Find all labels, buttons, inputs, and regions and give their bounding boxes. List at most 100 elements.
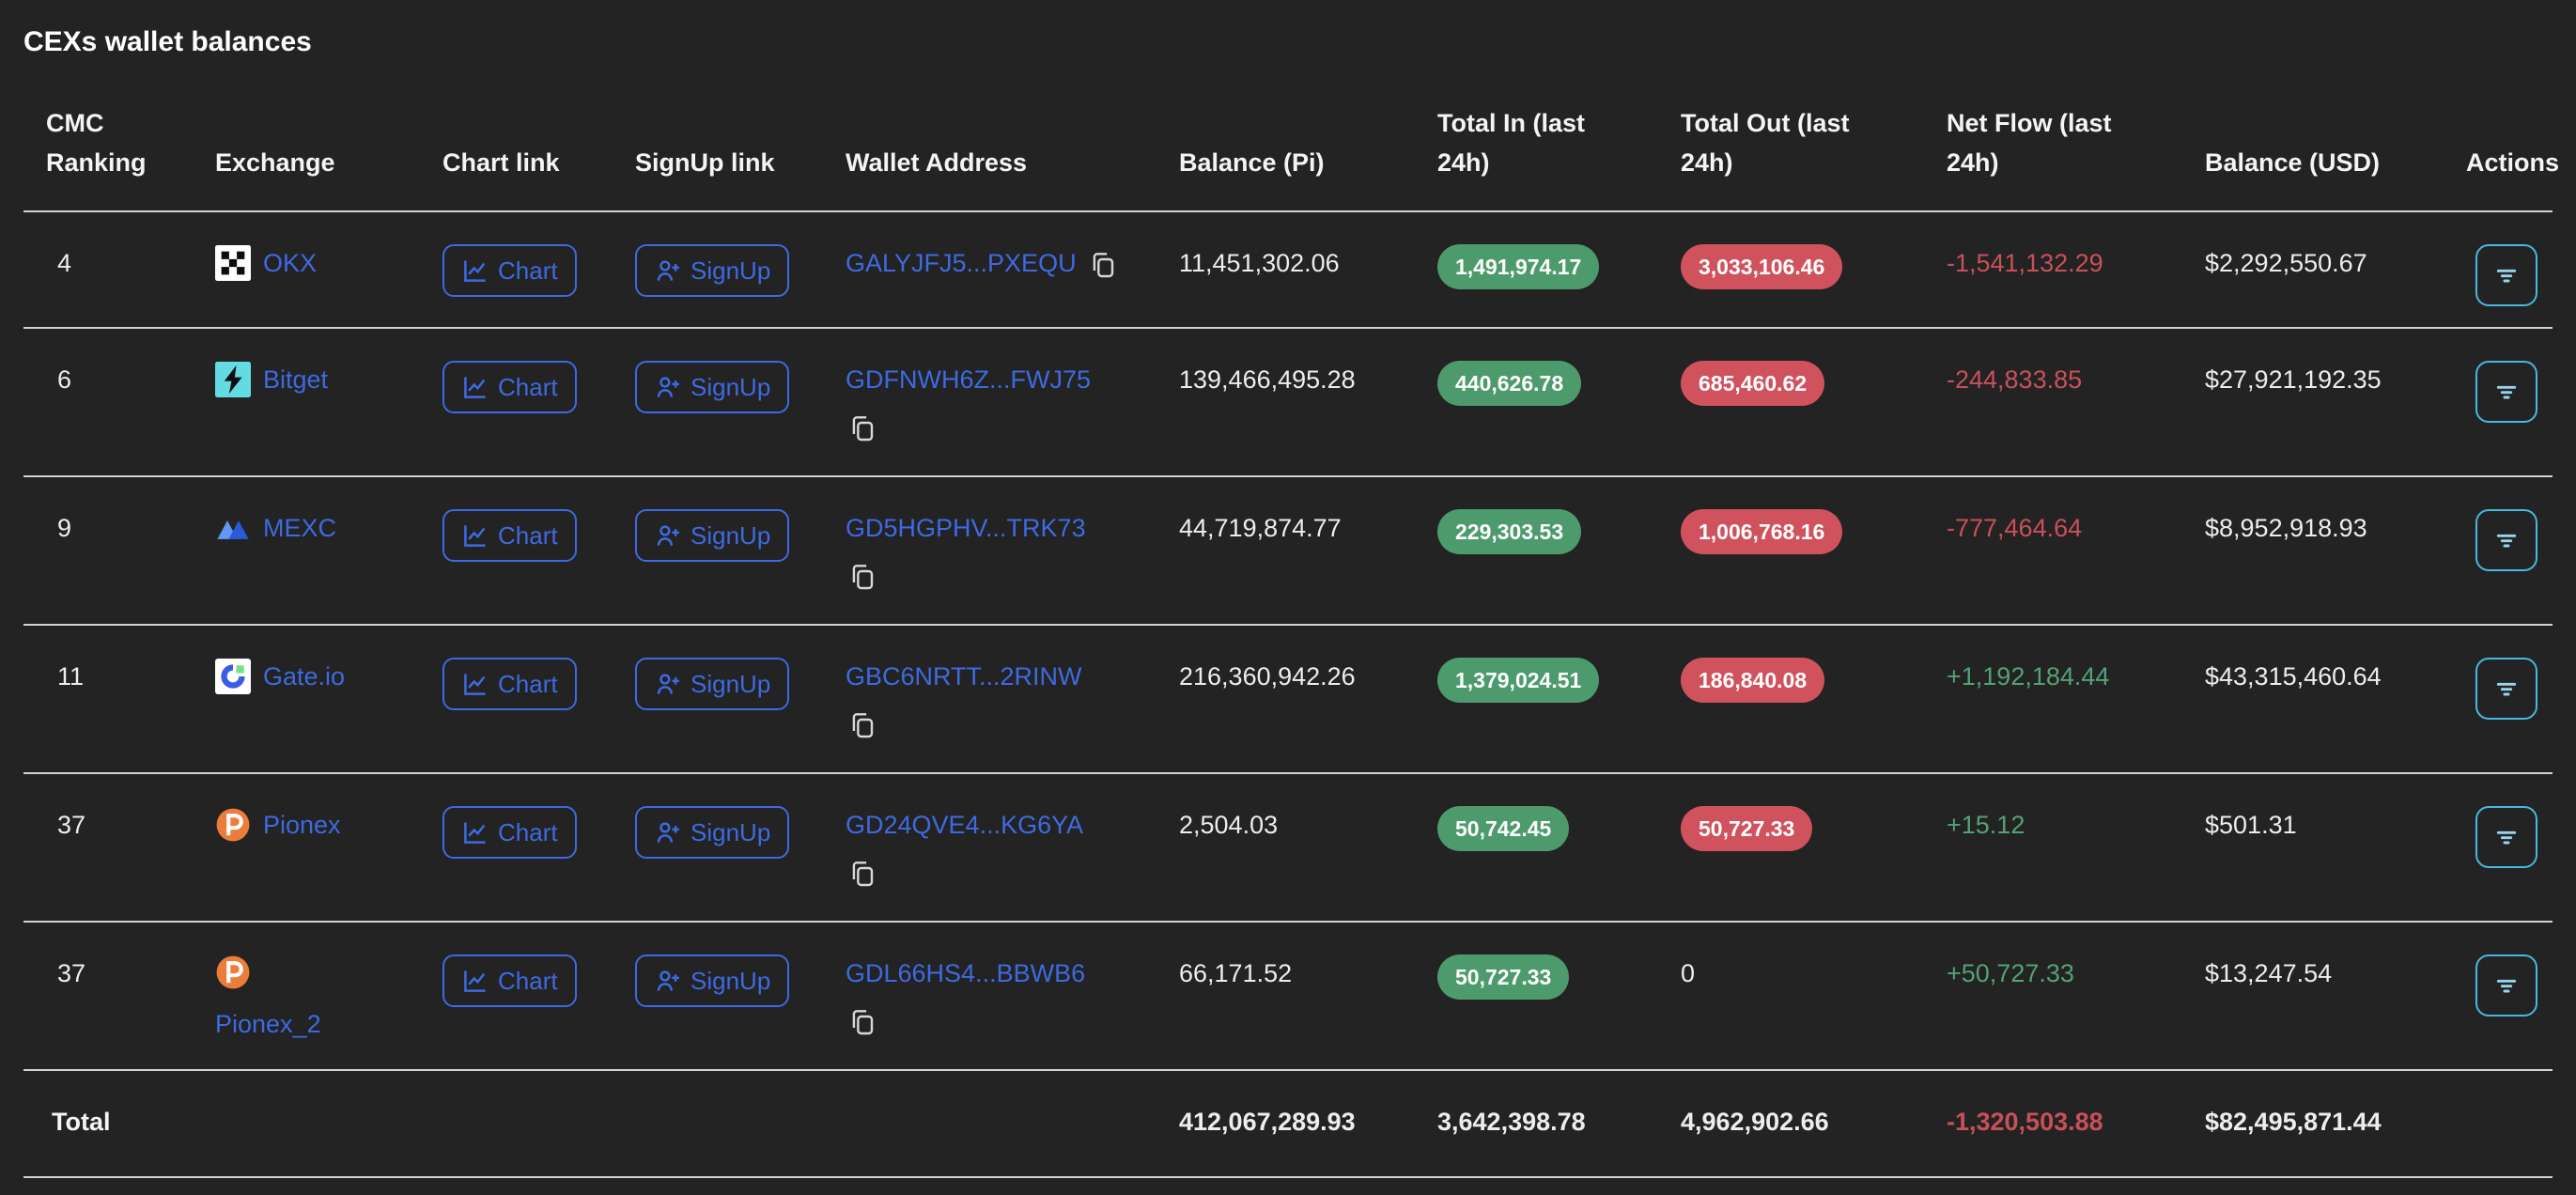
mexc-logo-icon [215, 510, 251, 546]
exchange-link-okx[interactable]: OKX [215, 244, 317, 282]
user-plus-icon [654, 967, 682, 995]
signup-button[interactable]: SignUp [635, 806, 789, 859]
balance-pi-value: 11,451,302.06 [1156, 211, 1415, 328]
copy-address-button[interactable] [847, 859, 877, 889]
cmc-rank: 6 [23, 328, 193, 476]
total-empty-cell [193, 1070, 420, 1177]
actions-button[interactable] [2475, 954, 2537, 1017]
chart-button[interactable]: Chart [442, 806, 577, 859]
cmc-rank: 37 [23, 773, 193, 922]
copy-address-button[interactable] [847, 710, 877, 740]
cmc-rank: 4 [23, 211, 193, 328]
user-plus-icon [654, 373, 682, 401]
total-out-badge: 3,033,106.46 [1681, 244, 1842, 289]
user-plus-icon [654, 670, 682, 698]
line-chart-icon [461, 521, 489, 550]
table-row-bitget: 6 Bitget Chart SignUp [23, 328, 2553, 476]
wallet-address-link[interactable]: GDFNWH6Z...FWJ75 [846, 365, 1091, 394]
filter-icon [2491, 674, 2522, 704]
filter-icon [2491, 970, 2522, 1001]
exchange-link-gateio[interactable]: Gate.io [215, 658, 345, 695]
total-empty-cell [823, 1070, 1156, 1177]
filter-icon [2491, 260, 2522, 290]
signup-button[interactable]: SignUp [635, 361, 789, 413]
signup-button[interactable]: SignUp [635, 244, 789, 297]
total-out-sum: 4,962,902.66 [1658, 1070, 1924, 1177]
copy-icon [1088, 250, 1118, 280]
copy-icon [847, 859, 877, 889]
balance-usd-value: $2,292,550.67 [2182, 211, 2444, 328]
col-header-balance-usd: Balance (USD) [2182, 103, 2444, 211]
copy-address-button[interactable] [847, 1007, 877, 1037]
actions-button[interactable] [2475, 244, 2537, 306]
exchange-link-pionex-2[interactable]: Pionex_2 [215, 954, 321, 1043]
net-flow-value: +50,727.33 [1924, 922, 2182, 1070]
copy-address-button[interactable] [1088, 250, 1118, 280]
filter-icon [2491, 525, 2522, 555]
bitget-logo-icon [215, 362, 251, 397]
net-flow-value: +1,192,184.44 [1924, 625, 2182, 773]
exchange-link-mexc[interactable]: MEXC [215, 509, 336, 547]
total-in-sum: 3,642,398.78 [1415, 1070, 1658, 1177]
wallet-address-link[interactable]: GDL66HS4...BBWB6 [846, 959, 1085, 987]
total-in-badge: 229,303.53 [1437, 509, 1581, 554]
table-header-row: CMC Ranking Exchange Chart link SignUp l… [23, 103, 2553, 211]
chart-button[interactable]: Chart [442, 244, 577, 297]
balance-usd-value: $8,952,918.93 [2182, 476, 2444, 625]
col-header-chart-link: Chart link [420, 103, 613, 211]
exchange-link-pionex[interactable]: Pionex [215, 806, 341, 844]
col-header-total-out: Total Out (last 24h) [1658, 103, 1924, 211]
total-in-badge: 1,379,024.51 [1437, 658, 1599, 703]
total-in-badge: 1,491,974.17 [1437, 244, 1599, 289]
user-plus-icon [654, 521, 682, 550]
col-header-exchange: Exchange [193, 103, 420, 211]
copy-address-button[interactable] [847, 562, 877, 592]
balance-pi-value: 139,466,495.28 [1156, 328, 1415, 476]
copy-icon [847, 710, 877, 740]
total-out-value: 0 [1681, 959, 1695, 987]
actions-button[interactable] [2475, 806, 2537, 868]
wallet-address-link[interactable]: GBC6NRTT...2RINW [846, 662, 1082, 691]
copy-address-button[interactable] [847, 413, 877, 443]
signup-button[interactable]: SignUp [635, 954, 789, 1007]
chart-button[interactable]: Chart [442, 509, 577, 562]
wallet-address-link[interactable]: GD24QVE4...KG6YA [846, 811, 1083, 839]
copy-icon [847, 1007, 877, 1037]
cmc-rank: 11 [23, 625, 193, 773]
col-header-wallet-address: Wallet Address [823, 103, 1156, 211]
user-plus-icon [654, 818, 682, 846]
copy-icon [847, 413, 877, 443]
exchange-name: Pionex [263, 806, 341, 844]
cex-balances-table: CMC Ranking Exchange Chart link SignUp l… [23, 103, 2553, 1178]
actions-button[interactable] [2475, 361, 2537, 423]
filter-icon [2491, 377, 2522, 407]
exchange-link-bitget[interactable]: Bitget [215, 361, 328, 398]
pionex-logo-icon [215, 954, 251, 990]
balance-pi-value: 2,504.03 [1156, 773, 1415, 922]
signup-button[interactable]: SignUp [635, 658, 789, 710]
table-total-row: Total 412,067,289.93 3,642,398.78 4,962,… [23, 1070, 2553, 1177]
wallet-address-link[interactable]: GALYJFJ5...PXEQU [846, 249, 1077, 277]
total-out-badge: 186,840.08 [1681, 658, 1824, 703]
exchange-name: Gate.io [263, 658, 345, 695]
chart-button[interactable]: Chart [442, 361, 577, 413]
user-plus-icon [654, 256, 682, 285]
chart-button[interactable]: Chart [442, 954, 577, 1007]
total-in-badge: 440,626.78 [1437, 361, 1581, 406]
net-flow-value: +15.12 [1924, 773, 2182, 922]
exchange-name: Bitget [263, 361, 328, 398]
wallet-address-link[interactable]: GD5HGPHV...TRK73 [846, 514, 1086, 542]
balance-usd-value: $27,921,192.35 [2182, 328, 2444, 476]
total-out-badge: 50,727.33 [1681, 806, 1812, 851]
actions-button[interactable] [2475, 658, 2537, 720]
total-net-flow: -1,320,503.88 [1924, 1070, 2182, 1177]
total-balance-pi: 412,067,289.93 [1156, 1070, 1415, 1177]
exchange-name: Pionex_2 [215, 1005, 321, 1043]
total-out-badge: 685,460.62 [1681, 361, 1824, 406]
actions-button[interactable] [2475, 509, 2537, 571]
okx-logo-icon [215, 245, 251, 281]
total-label: Total [23, 1070, 193, 1177]
signup-button[interactable]: SignUp [635, 509, 789, 562]
table-row-mexc: 9 MEXC Chart SignUp [23, 476, 2553, 625]
chart-button[interactable]: Chart [442, 658, 577, 710]
